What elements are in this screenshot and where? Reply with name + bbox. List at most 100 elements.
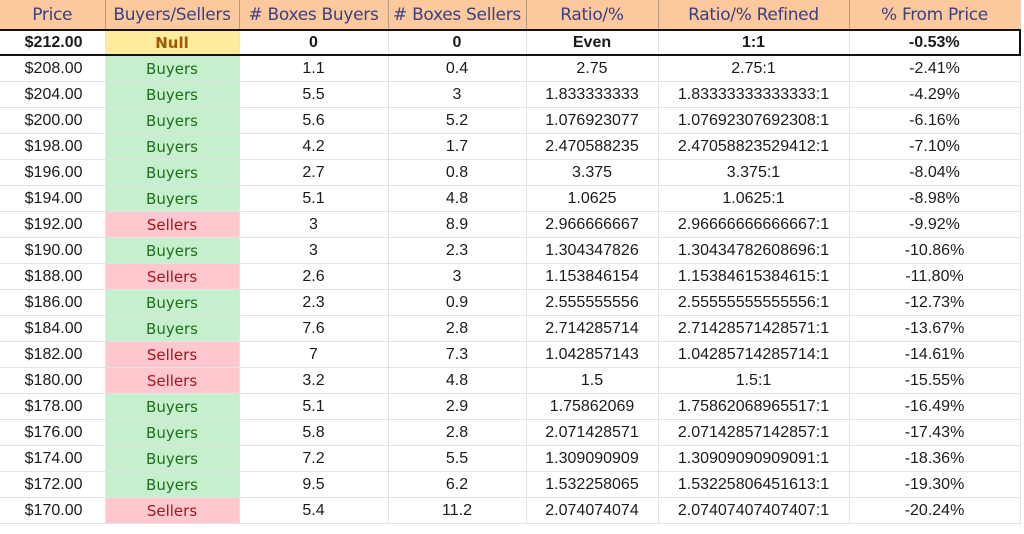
cell-ratio-refined[interactable]: 1.53225806451613:1 xyxy=(658,471,850,498)
cell-boxes-buyers[interactable]: 5.1 xyxy=(239,393,389,420)
cell-side[interactable]: Sellers xyxy=(105,341,240,368)
cell-ratio-refined[interactable]: 2.75:1 xyxy=(658,55,850,82)
cell-pct-from-price[interactable]: -20.24% xyxy=(849,497,1021,524)
cell-boxes-sellers[interactable]: 4.8 xyxy=(388,185,527,212)
cell-boxes-buyers[interactable]: 5.8 xyxy=(239,419,389,446)
cell-ratio-refined[interactable]: 1.5:1 xyxy=(658,367,850,394)
cell-ratio-refined[interactable]: 1.30434782608696:1 xyxy=(658,237,850,264)
cell-pct-from-price[interactable]: -0.53% xyxy=(849,29,1021,56)
cell-boxes-sellers[interactable]: 0 xyxy=(388,29,527,56)
cell-price[interactable]: $182.00 xyxy=(0,341,106,368)
cell-ratio[interactable]: 2.966666667 xyxy=(526,211,659,238)
cell-side[interactable]: Buyers xyxy=(105,237,240,264)
cell-price[interactable]: $208.00 xyxy=(0,55,106,82)
cell-side[interactable]: Buyers xyxy=(105,107,240,134)
cell-side[interactable]: Buyers xyxy=(105,393,240,420)
cell-ratio-refined[interactable]: 2.07407407407407:1 xyxy=(658,497,850,524)
cell-price[interactable]: $196.00 xyxy=(0,159,106,186)
cell-side[interactable]: Buyers xyxy=(105,419,240,446)
cell-boxes-sellers[interactable]: 5.2 xyxy=(388,107,527,134)
cell-price[interactable]: $192.00 xyxy=(0,211,106,238)
cell-ratio[interactable]: 1.309090909 xyxy=(526,445,659,472)
cell-boxes-sellers[interactable]: 4.8 xyxy=(388,367,527,394)
cell-boxes-sellers[interactable]: 2.9 xyxy=(388,393,527,420)
cell-ratio[interactable]: 1.153846154 xyxy=(526,263,659,290)
cell-boxes-sellers[interactable]: 7.3 xyxy=(388,341,527,368)
cell-pct-from-price[interactable]: -11.80% xyxy=(849,263,1021,290)
cell-boxes-buyers[interactable]: 2.7 xyxy=(239,159,389,186)
cell-side[interactable]: Buyers xyxy=(105,185,240,212)
cell-pct-from-price[interactable]: -7.10% xyxy=(849,133,1021,160)
cell-pct-from-price[interactable]: -18.36% xyxy=(849,445,1021,472)
cell-ratio[interactable]: 1.042857143 xyxy=(526,341,659,368)
cell-price[interactable]: $194.00 xyxy=(0,185,106,212)
cell-price[interactable]: $190.00 xyxy=(0,237,106,264)
cell-boxes-sellers[interactable]: 2.8 xyxy=(388,419,527,446)
cell-ratio-refined[interactable]: 1.75862068965517:1 xyxy=(658,393,850,420)
cell-ratio[interactable]: 1.5 xyxy=(526,367,659,394)
cell-side[interactable]: Buyers xyxy=(105,55,240,82)
cell-ratio[interactable]: 3.375 xyxy=(526,159,659,186)
cell-ratio[interactable]: 1.076923077 xyxy=(526,107,659,134)
cell-boxes-buyers[interactable]: 3 xyxy=(239,211,389,238)
cell-boxes-buyers[interactable]: 5.1 xyxy=(239,185,389,212)
cell-price[interactable]: $172.00 xyxy=(0,471,106,498)
cell-boxes-buyers[interactable]: 5.5 xyxy=(239,81,389,108)
header-boxes-buyers[interactable]: # Boxes Buyers xyxy=(239,0,389,30)
cell-boxes-buyers[interactable]: 7.2 xyxy=(239,445,389,472)
cell-price[interactable]: $184.00 xyxy=(0,315,106,342)
cell-ratio[interactable]: 2.074074074 xyxy=(526,497,659,524)
cell-side[interactable]: Sellers xyxy=(105,211,240,238)
cell-side[interactable]: Buyers xyxy=(105,471,240,498)
cell-ratio-refined[interactable]: 2.07142857142857:1 xyxy=(658,419,850,446)
cell-pct-from-price[interactable]: -8.04% xyxy=(849,159,1021,186)
cell-side[interactable]: Sellers xyxy=(105,497,240,524)
cell-side[interactable]: Buyers xyxy=(105,289,240,316)
cell-ratio-refined[interactable]: 3.375:1 xyxy=(658,159,850,186)
header-price[interactable]: Price xyxy=(0,0,106,30)
cell-boxes-sellers[interactable]: 11.2 xyxy=(388,497,527,524)
cell-price[interactable]: $176.00 xyxy=(0,419,106,446)
cell-boxes-buyers[interactable]: 0 xyxy=(239,29,389,56)
cell-boxes-buyers[interactable]: 4.2 xyxy=(239,133,389,160)
cell-ratio[interactable]: 2.555555556 xyxy=(526,289,659,316)
cell-ratio[interactable]: 1.532258065 xyxy=(526,471,659,498)
cell-price[interactable]: $204.00 xyxy=(0,81,106,108)
cell-side[interactable]: Buyers xyxy=(105,445,240,472)
cell-boxes-buyers[interactable]: 7 xyxy=(239,341,389,368)
cell-pct-from-price[interactable]: -2.41% xyxy=(849,55,1021,82)
cell-boxes-sellers[interactable]: 3 xyxy=(388,263,527,290)
cell-side[interactable]: Buyers xyxy=(105,159,240,186)
cell-ratio-refined[interactable]: 1.04285714285714:1 xyxy=(658,341,850,368)
cell-ratio[interactable]: 2.75 xyxy=(526,55,659,82)
cell-boxes-buyers[interactable]: 2.6 xyxy=(239,263,389,290)
cell-boxes-buyers[interactable]: 9.5 xyxy=(239,471,389,498)
cell-ratio-refined[interactable]: 1.0625:1 xyxy=(658,185,850,212)
cell-price[interactable]: $212.00 xyxy=(0,29,106,56)
cell-boxes-sellers[interactable]: 5.5 xyxy=(388,445,527,472)
cell-boxes-buyers[interactable]: 2.3 xyxy=(239,289,389,316)
cell-ratio-refined[interactable]: 1.83333333333333:1 xyxy=(658,81,850,108)
cell-side-null[interactable]: Null xyxy=(105,29,240,56)
cell-ratio-refined[interactable]: 2.47058823529412:1 xyxy=(658,133,850,160)
cell-boxes-buyers[interactable]: 7.6 xyxy=(239,315,389,342)
cell-pct-from-price[interactable]: -10.86% xyxy=(849,237,1021,264)
cell-ratio[interactable]: 2.714285714 xyxy=(526,315,659,342)
cell-price[interactable]: $178.00 xyxy=(0,393,106,420)
cell-pct-from-price[interactable]: -14.61% xyxy=(849,341,1021,368)
cell-pct-from-price[interactable]: -6.16% xyxy=(849,107,1021,134)
cell-ratio-refined[interactable]: 1.15384615384615:1 xyxy=(658,263,850,290)
cell-price[interactable]: $200.00 xyxy=(0,107,106,134)
cell-ratio-refined[interactable]: 1.30909090909091:1 xyxy=(658,445,850,472)
cell-boxes-buyers[interactable]: 1.1 xyxy=(239,55,389,82)
cell-ratio[interactable]: 2.071428571 xyxy=(526,419,659,446)
cell-boxes-sellers[interactable]: 2.3 xyxy=(388,237,527,264)
cell-price[interactable]: $198.00 xyxy=(0,133,106,160)
cell-side[interactable]: Sellers xyxy=(105,263,240,290)
cell-ratio-refined[interactable]: 2.55555555555556:1 xyxy=(658,289,850,316)
cell-side[interactable]: Buyers xyxy=(105,81,240,108)
cell-pct-from-price[interactable]: -19.30% xyxy=(849,471,1021,498)
cell-ratio[interactable]: 2.470588235 xyxy=(526,133,659,160)
cell-boxes-buyers[interactable]: 5.6 xyxy=(239,107,389,134)
cell-ratio[interactable]: 1.75862069 xyxy=(526,393,659,420)
